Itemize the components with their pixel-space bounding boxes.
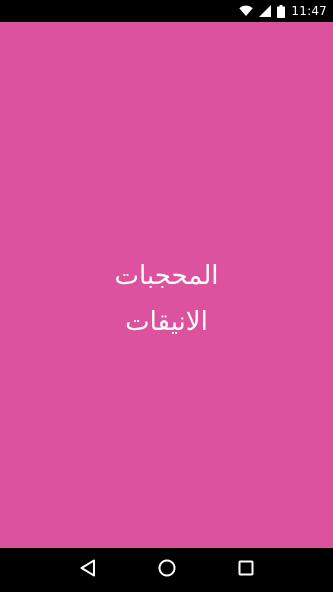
recents-icon	[238, 560, 254, 580]
app-title: المحجبات الانيقات	[115, 253, 219, 345]
app-title-line-1: المحجبات	[114, 261, 219, 291]
navigation-bar	[0, 548, 333, 592]
home-button[interactable]	[147, 550, 187, 590]
signal-icon	[259, 4, 272, 18]
status-bar: 11:47	[0, 0, 333, 22]
back-button[interactable]	[68, 550, 108, 590]
splash-screen: المحجبات الانيقات	[0, 22, 333, 548]
app-title-line-2: الانيقات	[125, 307, 208, 337]
battery-icon	[277, 4, 286, 18]
back-icon	[80, 559, 96, 581]
home-icon	[158, 559, 176, 581]
recents-button[interactable]	[226, 550, 266, 590]
app-screen: 11:47 المحجبات الانيقات	[0, 0, 333, 592]
wifi-icon	[239, 4, 254, 18]
status-time: 11:47	[291, 4, 327, 18]
